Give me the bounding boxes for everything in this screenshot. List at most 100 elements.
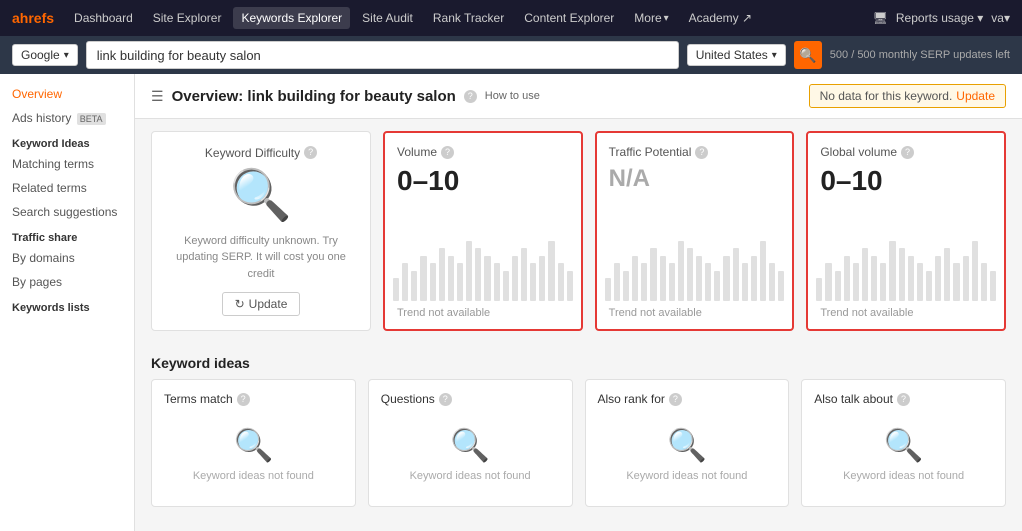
- keyword-difficulty-card: Keyword Difficulty ? 🔍 Keyword difficult…: [151, 131, 371, 331]
- search-credits: 500 / 500 monthly SERP updates left: [830, 49, 1010, 61]
- country-label: United States: [696, 48, 768, 62]
- also-talk-not-found: 🔍 Keyword ideas not found: [814, 414, 993, 494]
- sidebar-heading-keywords-lists: Keywords lists: [0, 294, 134, 316]
- volume-card: Volume ? 0–10 Trend not available: [383, 131, 583, 331]
- engine-select[interactable]: Google ▾: [12, 44, 78, 66]
- nav-academy[interactable]: Academy ↗: [681, 7, 760, 29]
- global-volume-label: Global volume ?: [820, 145, 992, 159]
- global-volume-card: Global volume ? 0–10 Trend not available: [806, 131, 1006, 331]
- also-talk-search-icon: 🔍: [884, 426, 924, 464]
- main-content: ☰ Overview: link building for beauty sal…: [135, 74, 1022, 531]
- chevron-down-icon: ▾: [664, 13, 669, 24]
- nav-dashboard[interactable]: Dashboard: [66, 7, 141, 29]
- also-rank-info-icon[interactable]: ?: [669, 393, 682, 406]
- sidebar-item-related-terms[interactable]: Related terms: [0, 176, 134, 200]
- traffic-trend-label: Trend not available: [609, 307, 702, 319]
- ahrefs-logo: ahrefs: [12, 10, 54, 26]
- sidebar-item-by-domains[interactable]: By domains: [0, 246, 134, 270]
- terms-match-card: Terms match ? 🔍 Keyword ideas not found: [151, 379, 356, 507]
- no-data-update-link[interactable]: Update: [956, 89, 995, 103]
- no-data-text: No data for this keyword.: [820, 89, 953, 103]
- sidebar-heading-keyword-ideas: Keyword Ideas: [0, 130, 134, 152]
- sidebar-item-matching-terms[interactable]: Matching terms: [0, 152, 134, 176]
- kd-info-icon[interactable]: ?: [304, 146, 317, 159]
- volume-info-icon[interactable]: ?: [441, 146, 454, 159]
- user-menu-button[interactable]: va▾: [991, 11, 1010, 25]
- also-talk-about-card: Also talk about ? 🔍 Keyword ideas not fo…: [801, 379, 1006, 507]
- also-rank-for-label: Also rank for ?: [598, 392, 777, 406]
- reports-usage-button[interactable]: Reports usage ▾: [896, 11, 983, 25]
- country-chevron-icon: ▾: [772, 50, 777, 61]
- sidebar-item-search-suggestions[interactable]: Search suggestions: [0, 200, 134, 224]
- also-rank-search-icon: 🔍: [667, 426, 707, 464]
- sidebar: Overview Ads history BETA Keyword Ideas …: [0, 74, 135, 531]
- overview-info-icon[interactable]: ?: [464, 90, 477, 103]
- volume-value: 0–10: [397, 165, 569, 197]
- traffic-potential-value: N/A: [609, 165, 781, 193]
- overview-title: Overview: link building for beauty salon: [172, 88, 456, 105]
- volume-trend-label: Trend not available: [397, 307, 490, 319]
- traffic-potential-card: Traffic Potential ? N/A Trend not availa…: [595, 131, 795, 331]
- metrics-cards-area: Keyword Difficulty ? 🔍 Keyword difficult…: [135, 119, 1022, 343]
- no-data-banner: No data for this keyword. Update: [809, 84, 1006, 108]
- volume-card-label: Volume ?: [397, 145, 569, 159]
- kd-body-text: Keyword difficulty unknown. Try updating…: [164, 233, 358, 283]
- sidebar-item-by-pages[interactable]: By pages: [0, 270, 134, 294]
- keyword-ideas-grid: Terms match ? 🔍 Keyword ideas not found …: [135, 379, 1022, 519]
- terms-match-search-icon: 🔍: [233, 426, 273, 464]
- top-navigation: ahrefs Dashboard Site Explorer Keywords …: [0, 0, 1022, 36]
- global-chart: [808, 221, 1004, 301]
- kd-card-label: Keyword Difficulty ?: [205, 146, 317, 160]
- terms-match-info-icon[interactable]: ?: [237, 393, 250, 406]
- how-to-use-label: How to use: [485, 90, 540, 102]
- questions-not-found-text: Keyword ideas not found: [410, 470, 531, 482]
- nav-right-area: 🖥 Reports usage ▾ va▾: [873, 11, 1010, 25]
- country-select[interactable]: United States ▾: [687, 44, 786, 66]
- keyword-search-input[interactable]: [86, 41, 679, 69]
- terms-match-not-found: 🔍 Keyword ideas not found: [164, 414, 343, 494]
- keyword-ideas-section-title: Keyword ideas: [135, 343, 1022, 379]
- engine-chevron-icon: ▾: [64, 50, 69, 61]
- nav-more[interactable]: More ▾: [626, 7, 676, 29]
- also-rank-not-found-text: Keyword ideas not found: [626, 470, 747, 482]
- kd-search-icon: 🔍: [230, 166, 292, 225]
- kd-update-button[interactable]: ↻ Update: [222, 292, 301, 316]
- hamburger-icon[interactable]: ☰: [151, 88, 164, 105]
- volume-chart: [385, 221, 581, 301]
- traffic-info-icon[interactable]: ?: [695, 146, 708, 159]
- questions-label: Questions ?: [381, 392, 560, 406]
- nav-rank-tracker[interactable]: Rank Tracker: [425, 7, 512, 29]
- also-rank-for-card: Also rank for ? 🔍 Keyword ideas not foun…: [585, 379, 790, 507]
- questions-card: Questions ? 🔍 Keyword ideas not found: [368, 379, 573, 507]
- also-talk-info-icon[interactable]: ?: [897, 393, 910, 406]
- nav-keywords-explorer[interactable]: Keywords Explorer: [233, 7, 350, 29]
- terms-match-label: Terms match ?: [164, 392, 343, 406]
- also-talk-not-found-text: Keyword ideas not found: [843, 470, 964, 482]
- global-volume-value: 0–10: [820, 165, 992, 197]
- nav-site-audit[interactable]: Site Audit: [354, 7, 421, 29]
- beta-badge: BETA: [77, 113, 106, 125]
- cards-row: Keyword Difficulty ? 🔍 Keyword difficult…: [151, 131, 1006, 331]
- nav-more-label: More: [634, 11, 661, 25]
- nav-content-explorer[interactable]: Content Explorer: [516, 7, 622, 29]
- sidebar-heading-traffic-share: Traffic share: [0, 224, 134, 246]
- sidebar-item-overview[interactable]: Overview: [0, 82, 134, 106]
- questions-info-icon[interactable]: ?: [439, 393, 452, 406]
- search-button[interactable]: 🔍: [794, 41, 822, 69]
- also-rank-not-found: 🔍 Keyword ideas not found: [598, 414, 777, 494]
- overview-header: ☰ Overview: link building for beauty sal…: [135, 74, 1022, 119]
- traffic-potential-label: Traffic Potential ?: [609, 145, 781, 159]
- terms-match-not-found-text: Keyword ideas not found: [193, 470, 314, 482]
- traffic-chart: [597, 221, 793, 301]
- sidebar-item-ads-history[interactable]: Ads history BETA: [0, 106, 134, 130]
- how-to-use-link[interactable]: How to use: [485, 90, 540, 102]
- main-layout: Overview Ads history BETA Keyword Ideas …: [0, 74, 1022, 531]
- monitor-icon: 🖥: [873, 11, 888, 25]
- global-trend-label: Trend not available: [820, 307, 913, 319]
- engine-label: Google: [21, 48, 60, 62]
- refresh-icon: ↻: [235, 297, 245, 311]
- global-info-icon[interactable]: ?: [901, 146, 914, 159]
- search-bar: Google ▾ United States ▾ 🔍 500 / 500 mon…: [0, 36, 1022, 74]
- nav-site-explorer[interactable]: Site Explorer: [145, 7, 230, 29]
- questions-not-found: 🔍 Keyword ideas not found: [381, 414, 560, 494]
